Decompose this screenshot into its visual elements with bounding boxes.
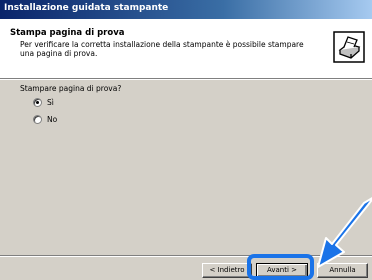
page-description: Per verificare la corretta installazione… (20, 40, 304, 58)
question-label: Stampare pagina di prova? (20, 84, 122, 93)
header-divider (0, 79, 372, 80)
radio-button-no[interactable] (33, 115, 42, 124)
page-title: Stampa pagina di prova (10, 28, 125, 38)
radio-option-si[interactable]: Sì (33, 97, 54, 108)
radio-option-no[interactable]: No (33, 114, 57, 125)
pointer-arrow-icon (317, 197, 372, 268)
radio-label-no: No (47, 115, 58, 124)
next-button-highlight (247, 254, 314, 280)
printer-icon (333, 31, 365, 63)
title-bar: Installazione guidata stampante (0, 0, 372, 19)
back-button[interactable]: < Indietro (202, 263, 252, 278)
radio-label-si: Sì (47, 98, 54, 107)
radio-button-si[interactable] (33, 98, 42, 107)
window-title: Installazione guidata stampante (4, 3, 169, 13)
wizard-header: Stampa pagina di prova Per verificare la… (0, 19, 372, 79)
